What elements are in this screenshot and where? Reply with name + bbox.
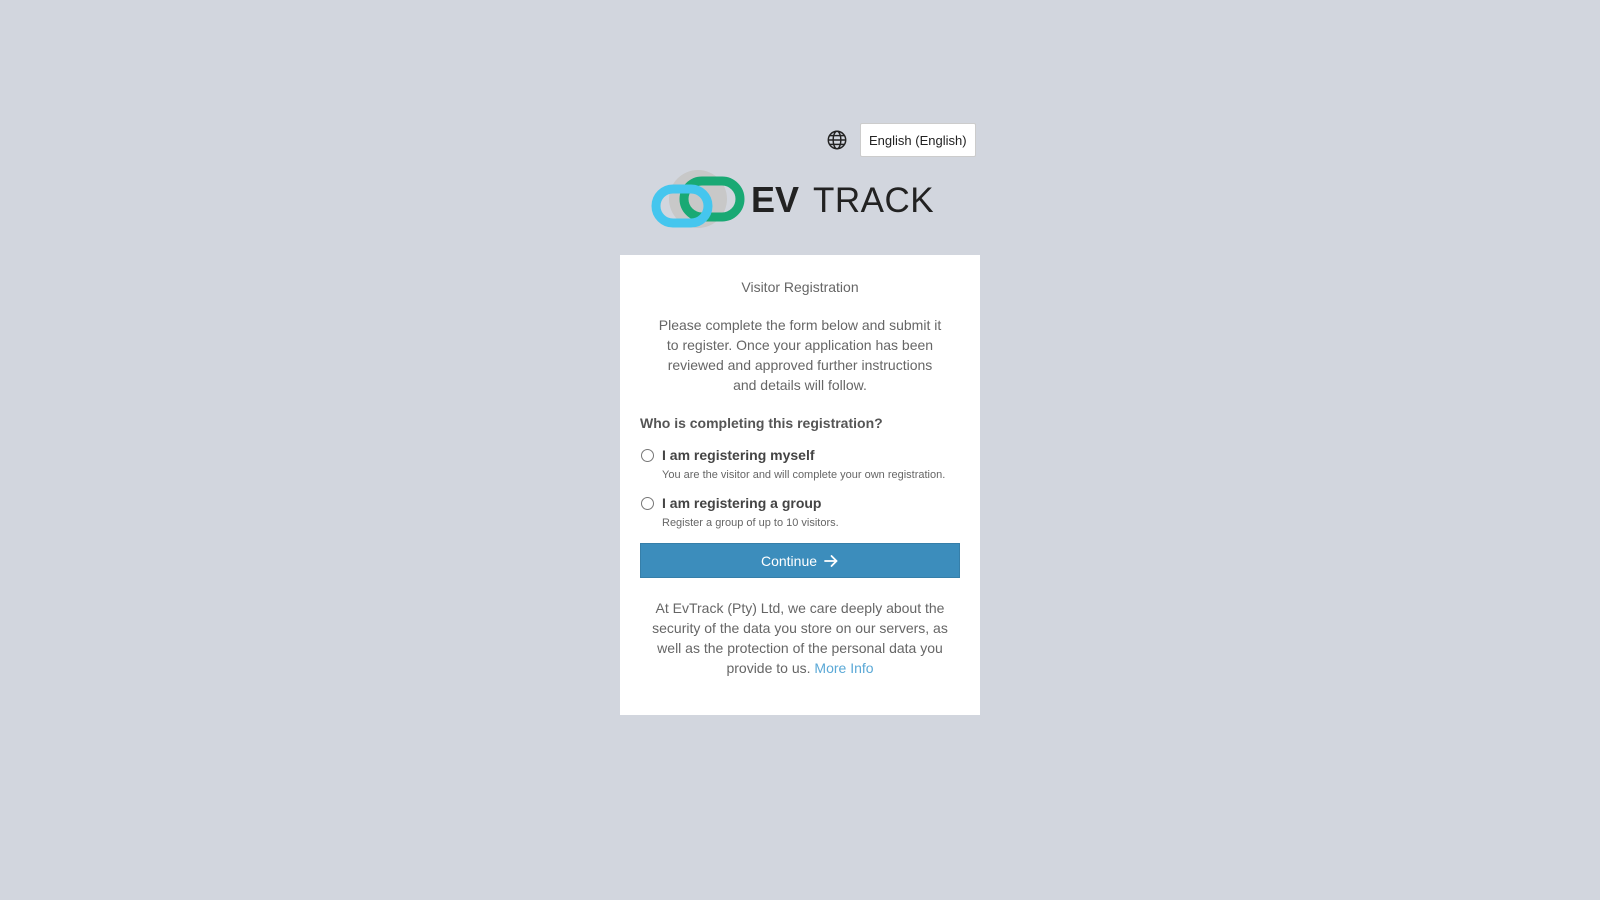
option-register-myself[interactable]: I am registering myself You are the visi… bbox=[640, 445, 960, 485]
radio-register-group[interactable] bbox=[641, 497, 654, 510]
continue-label: Continue bbox=[760, 552, 818, 569]
option-description: Register a group of up to 10 visitors. bbox=[662, 517, 839, 529]
evtrack-logo: EV TRACK bbox=[650, 168, 950, 230]
logo-text-bold: EV bbox=[751, 179, 799, 220]
page: English (English) EV TRACK Visitor Regis… bbox=[0, 0, 1600, 900]
more-info-link[interactable]: More Info bbox=[814, 660, 873, 676]
intro-text: Please complete the form below and submi… bbox=[658, 317, 942, 393]
registration-question: Who is completing this registration? bbox=[640, 415, 883, 431]
option-register-group[interactable]: I am registering a group Register a grou… bbox=[640, 493, 960, 533]
globe-icon bbox=[826, 129, 848, 151]
privacy-notice: At EvTrack (Pty) Ltd, we care deeply abo… bbox=[640, 598, 960, 678]
registration-card: Visitor Registration Please complete the… bbox=[620, 255, 980, 715]
language-select[interactable]: English (English) bbox=[860, 123, 976, 157]
continue-button[interactable]: Continue bbox=[640, 543, 960, 578]
privacy-text: At EvTrack (Pty) Ltd, we care deeply abo… bbox=[652, 600, 948, 676]
option-description: You are the visitor and will complete yo… bbox=[662, 469, 946, 481]
radio-register-myself[interactable] bbox=[641, 449, 654, 462]
option-label[interactable]: I am registering a group bbox=[662, 493, 839, 513]
option-label[interactable]: I am registering myself bbox=[662, 445, 945, 465]
option-text: I am registering myself You are the visi… bbox=[662, 445, 945, 485]
card-title: Visitor Registration bbox=[741, 279, 859, 295]
option-text: I am registering a group Register a grou… bbox=[662, 493, 839, 533]
language-selected-label: English (English) bbox=[869, 132, 967, 148]
arrow-right-icon bbox=[823, 553, 839, 569]
logo-text-light: TRACK bbox=[813, 181, 934, 220]
language-bar: English (English) bbox=[826, 123, 976, 157]
